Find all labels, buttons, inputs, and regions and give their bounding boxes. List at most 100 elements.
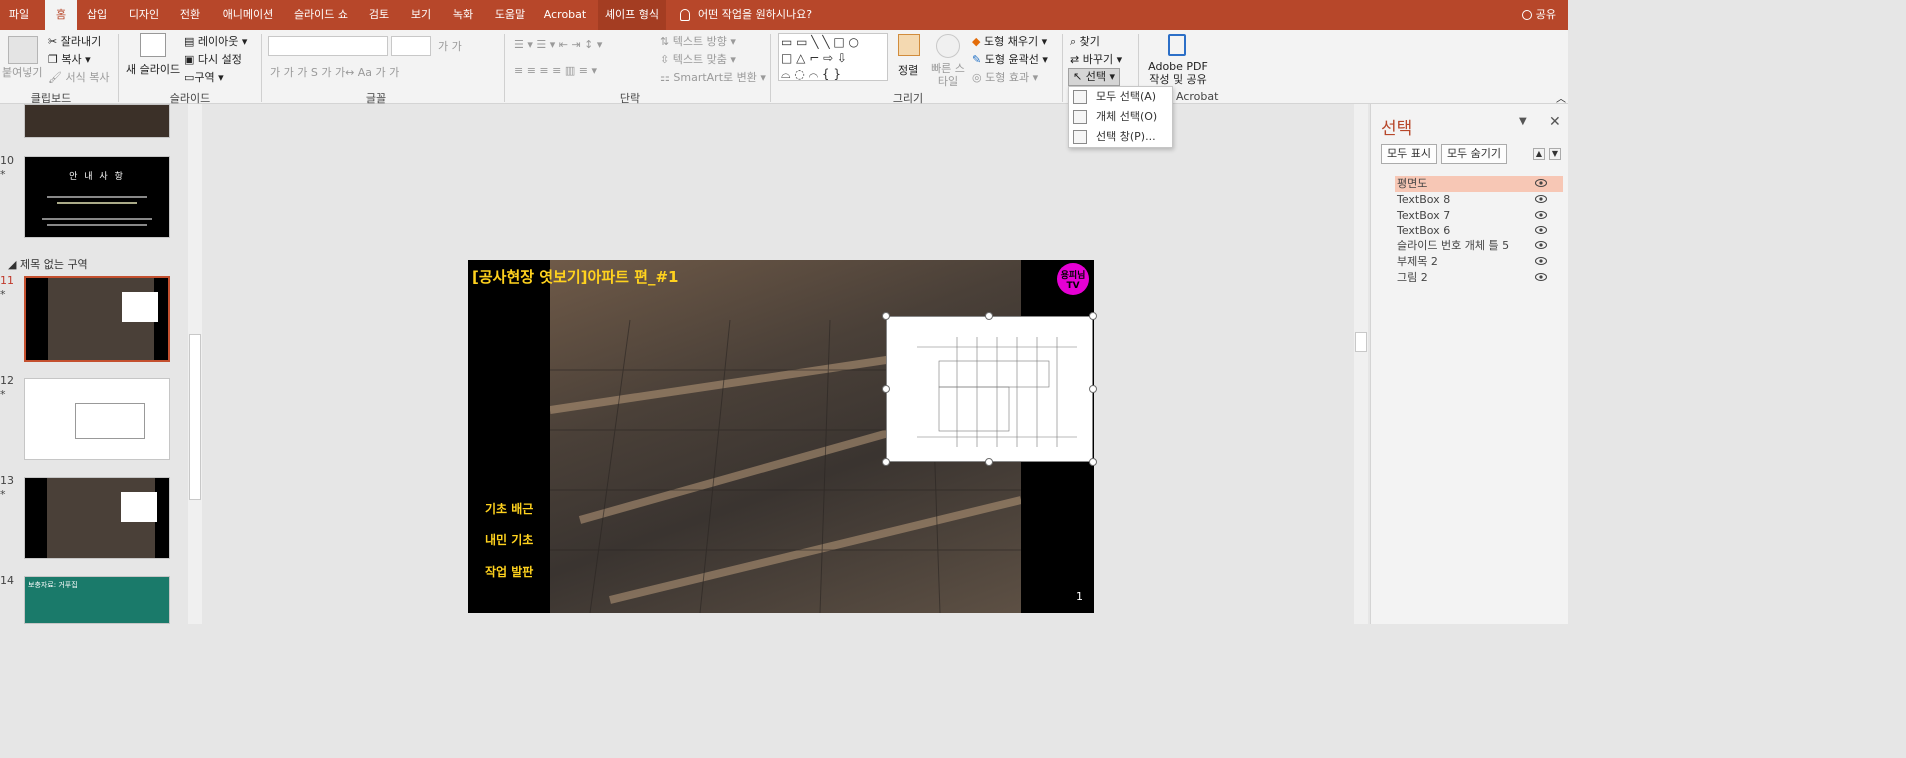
slide-thumbnail-10[interactable]: 안 내 사 항 [24, 156, 170, 238]
shape-effects-button[interactable]: ◎ 도형 효과 ▾ [972, 69, 1038, 85]
menu-selection-pane[interactable]: 선택 창(P)... [1069, 127, 1172, 147]
tab-record[interactable]: 녹화 [448, 0, 478, 30]
tab-help[interactable]: 도움말 [490, 0, 530, 30]
canvas-scrollbar[interactable] [1354, 104, 1368, 624]
shapes-gallery[interactable]: ▭ ▭ ╲ ╲ □ ○ □ △ ⌐ ⇨ ⇩ ⌓ ◌ ⌒ { } [778, 33, 888, 81]
format-painter-button[interactable]: 🖌 서식 복사 [48, 69, 109, 85]
selection-item[interactable]: 그림 2 [1395, 270, 1563, 286]
align-text-button[interactable]: ⇳ 텍스트 맞춤 ▾ [660, 51, 736, 67]
align-icons[interactable]: ≡ ≡ ≡ ≡ ▥ ≡ ▾ [514, 64, 597, 77]
cut-button[interactable]: ✂ 잘라내기 [48, 33, 101, 49]
new-slide-button[interactable]: 새 슬라이드 [126, 61, 180, 77]
tab-view[interactable]: 보기 [406, 0, 436, 30]
section-button[interactable]: ▭구역 ▾ [184, 69, 224, 85]
resize-handle[interactable] [1089, 458, 1097, 466]
selection-item[interactable]: TextBox 6 [1395, 223, 1563, 239]
resize-handle[interactable] [882, 458, 890, 466]
resize-handle[interactable] [1089, 385, 1097, 393]
font-name-combo[interactable] [268, 36, 388, 56]
tab-file[interactable]: 파일 [0, 0, 38, 30]
slide-number[interactable]: 1 [1076, 590, 1083, 603]
cursor-icon: ↖ [1073, 70, 1083, 83]
slide-text-line-3[interactable]: 작업 발판 [485, 563, 533, 580]
share-button[interactable]: 공유 [1521, 0, 1556, 30]
select-button[interactable]: ↖ 선택 ▾ [1068, 68, 1120, 86]
selection-item[interactable]: TextBox 8 [1395, 192, 1563, 208]
select-objects-label: 개체 선택(O) [1096, 110, 1158, 123]
shape-outline-button[interactable]: ✎ 도형 윤곽선 ▾ [972, 51, 1048, 67]
layout-button[interactable]: ▤ 레이아웃 ▾ [184, 33, 247, 49]
selection-item[interactable]: 평면도 [1395, 176, 1563, 192]
scrollbar-thumb[interactable] [1355, 332, 1367, 352]
slide-thumbnail-14[interactable]: 보충자료: 거푸집 [24, 576, 170, 624]
tab-transitions[interactable]: 전환 [174, 0, 206, 30]
menu-select-all[interactable]: 모두 선택(A) [1069, 87, 1172, 107]
eye-icon[interactable] [1535, 178, 1547, 188]
selection-item-label: TextBox 7 [1397, 209, 1451, 222]
send-backward-icon[interactable]: ▼ [1549, 148, 1561, 160]
eye-icon[interactable] [1535, 240, 1547, 250]
font-format-icons[interactable]: 가 가 가 S 가 가↔ Aa 가 가 [270, 64, 399, 80]
resize-handle[interactable] [882, 312, 890, 320]
text-direction-button[interactable]: ⇅ 텍스트 방향 ▾ [660, 33, 736, 49]
hide-all-button[interactable]: 모두 숨기기 [1441, 144, 1507, 164]
eye-icon[interactable] [1535, 256, 1547, 266]
font-grow-icon[interactable]: 가 가 [438, 38, 462, 54]
star-icon: * [0, 168, 6, 181]
eye-icon[interactable] [1535, 225, 1547, 235]
tab-slideshow[interactable]: 슬라이드 쇼 [290, 0, 352, 30]
paste-button[interactable]: 붙여넣기 [2, 64, 42, 80]
resize-handle[interactable] [985, 458, 993, 466]
quick-styles-button[interactable]: 빠른 스타일 [930, 62, 966, 88]
close-icon[interactable]: ✕ [1549, 114, 1561, 130]
thumb-title: 보충자료: 거푸집 [28, 581, 78, 589]
tab-animations[interactable]: 애니메이션 [218, 0, 278, 30]
shape-fill-button[interactable]: ◆ 도형 채우기 ▾ [972, 33, 1047, 49]
resize-handle[interactable] [985, 312, 993, 320]
resize-handle[interactable] [882, 385, 890, 393]
collapse-ribbon-icon[interactable]: ︿ [1556, 90, 1566, 105]
selection-item[interactable]: 부제목 2 [1395, 254, 1563, 270]
slide-thumbnail-13[interactable] [24, 477, 170, 559]
section-title: 제목 없는 구역 [19, 258, 88, 271]
menu-select-objects[interactable]: 개체 선택(O) [1069, 107, 1172, 127]
section-header[interactable]: ◢ 제목 없는 구역 [8, 256, 88, 272]
slide-number-13: 13 [0, 474, 14, 487]
tab-insert[interactable]: 삽입 [82, 0, 112, 30]
tab-design[interactable]: 디자인 [124, 0, 164, 30]
tell-me-box[interactable]: 어떤 작업을 원하시나요? [680, 0, 812, 30]
scrollbar-thumb[interactable] [189, 334, 201, 500]
eye-icon[interactable] [1535, 272, 1547, 282]
pane-options-icon[interactable]: ▼ [1519, 116, 1527, 127]
eye-icon[interactable] [1535, 210, 1547, 220]
find-button[interactable]: ⌕ 찾기 [1070, 33, 1100, 49]
show-all-button[interactable]: 모두 표시 [1381, 144, 1437, 164]
selection-item[interactable]: TextBox 7 [1395, 208, 1563, 224]
selection-item[interactable]: 슬라이드 번호 개체 틀 5 [1395, 238, 1563, 254]
reset-button[interactable]: ▣ 다시 설정 [184, 51, 242, 67]
bring-forward-icon[interactable]: ▲ [1533, 148, 1545, 160]
eye-icon[interactable] [1535, 194, 1547, 204]
resize-handle[interactable] [1089, 312, 1097, 320]
tab-home[interactable]: 홈 [45, 0, 77, 30]
slide-thumbnail-12[interactable] [24, 378, 170, 460]
slide-thumbnail-11[interactable] [24, 276, 170, 362]
slide-title[interactable]: [공사현장 엿보기]아파트 편_#1 [472, 266, 678, 287]
slide-text-line-2[interactable]: 내민 기초 [485, 531, 533, 548]
slide-text-line-1[interactable]: 기초 배근 [485, 500, 533, 517]
smartart-button[interactable]: ⚏ SmartArt로 변환 ▾ [660, 69, 766, 85]
replace-button[interactable]: ⇄ 바꾸기 ▾ [1070, 51, 1122, 67]
copy-label: 복사 [61, 53, 82, 66]
tab-review[interactable]: 검토 [364, 0, 394, 30]
floorplan-image[interactable] [886, 316, 1093, 462]
tab-acrobat[interactable]: Acrobat [542, 0, 588, 30]
list-icons[interactable]: ☰ ▾ ☰ ▾ ⇤ ⇥ ↕ ▾ [514, 38, 602, 51]
copy-button[interactable]: ❐ 복사 ▾ [48, 51, 91, 67]
tab-shape-format[interactable]: 셰이프 형식 [598, 0, 666, 30]
slide-number-12: 12 [0, 374, 14, 387]
slide-thumbnail-9[interactable] [24, 104, 170, 138]
thumbnail-scrollbar[interactable] [188, 104, 202, 624]
arrange-button[interactable]: 정렬 [898, 62, 918, 78]
font-size-combo[interactable] [391, 36, 431, 56]
create-pdf-button[interactable]: Adobe PDF 작성 및 공유 [1146, 60, 1210, 86]
